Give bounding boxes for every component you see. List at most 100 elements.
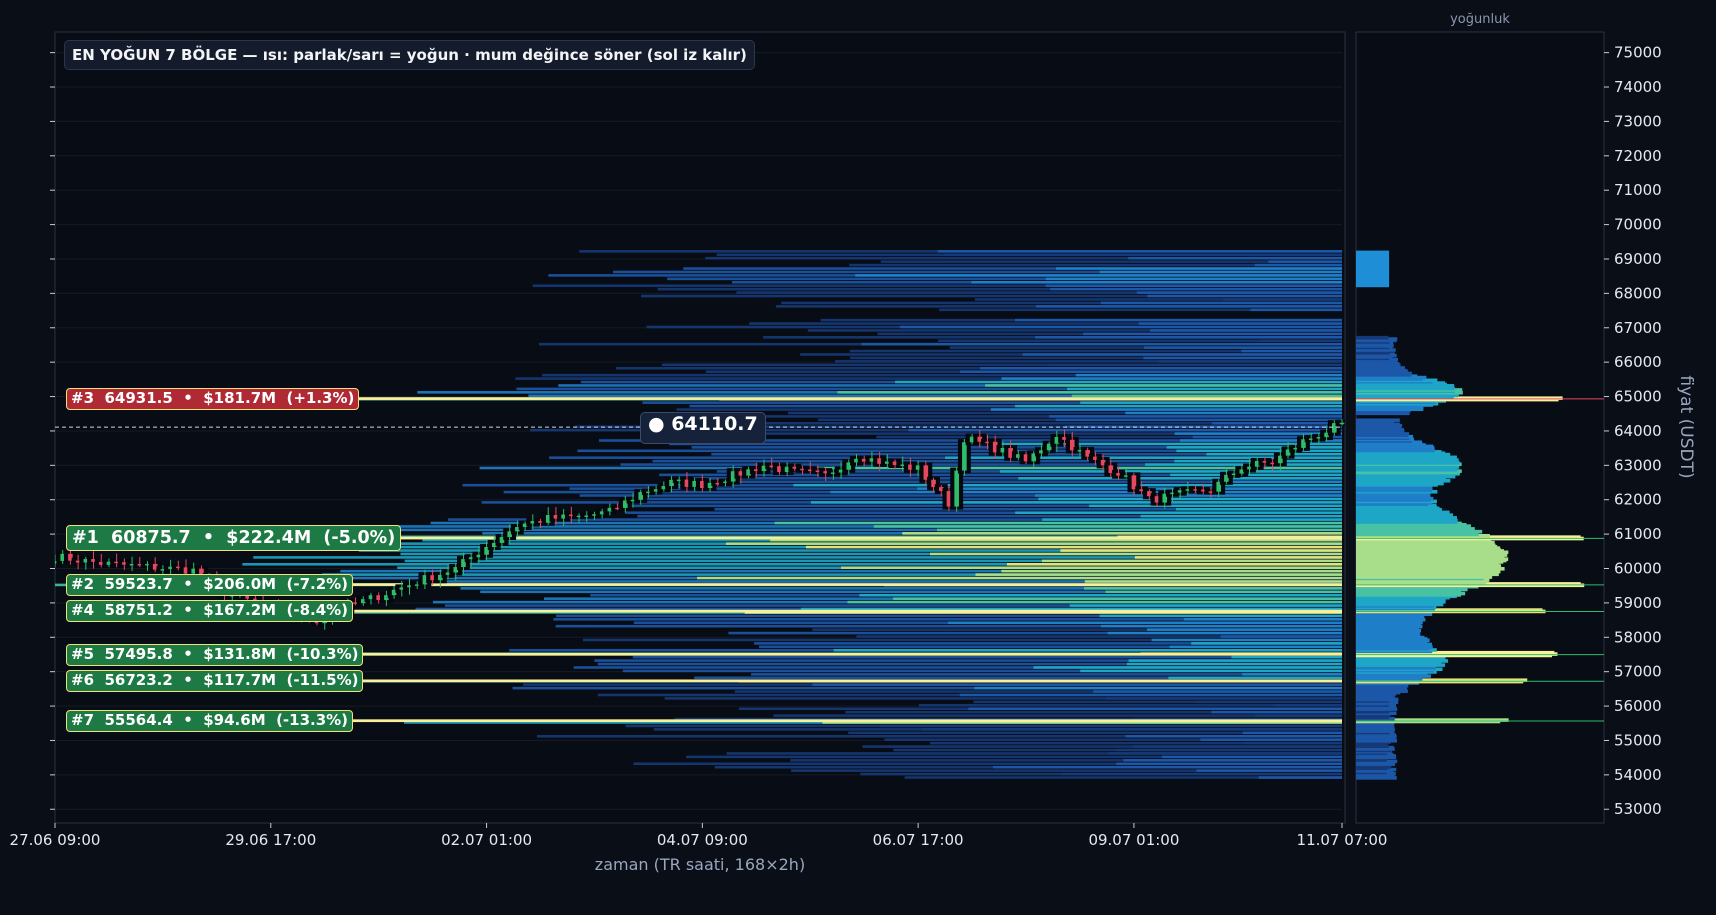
y-tick-label: 54000 [1614,766,1662,784]
heat-band-bright [944,253,1342,257]
y-tick-label: 71000 [1614,181,1662,199]
heat-band-bright [697,576,1342,580]
heat-band-bright [833,648,1342,652]
heat-band-bright [841,566,1342,570]
heat-band-bright [1250,308,1342,312]
heat-band-bright [930,552,1342,556]
heat-band-bright [1049,287,1342,291]
heat-band-bright [985,384,1342,387]
heat-band-bright [1001,377,1342,380]
heat-band-bright [837,391,1342,394]
heat-band-bright [805,545,1342,549]
heat-band-bright [793,483,1342,487]
heat-band-bright [937,250,1342,253]
heat-band-bright [859,593,1342,597]
heat-band-bright [1108,752,1342,755]
profile-bar [1356,418,1400,423]
heat-band-bright [1034,336,1342,339]
heat-band-bright [1144,346,1342,349]
heat-band-bright [1243,741,1342,745]
heat-band-bright [1001,569,1342,573]
y-tick-label: 65000 [1614,388,1662,406]
y-tick-label: 57000 [1614,663,1662,681]
heat-band-bright [812,683,1342,686]
heat-band-bright [1241,349,1342,353]
heat-band-bright [1161,755,1342,759]
x-tick-label: 04.07 09:00 [657,831,748,849]
profile-bar [1356,250,1390,255]
heat-band-bright [1080,401,1342,404]
y-tick-label: 72000 [1614,147,1662,165]
heat-band-bright [948,621,1342,625]
heat-band-bright [1105,590,1342,594]
heat-band-bright [1273,704,1342,707]
heat-band-bright [1196,769,1342,772]
y-tick-label: 58000 [1614,628,1662,646]
x-tick-label: 06.07 17:00 [873,831,964,849]
heat-band-bright [1099,270,1342,274]
heat-band-bright [1170,473,1342,477]
heat-band-bright [1018,477,1342,480]
heat-band-bright [899,325,1342,329]
heat-band-bright [1254,714,1342,717]
heat-band-bright [1146,628,1342,631]
chart-title: EN YOĞUN 7 BÖLGE — ısı: parlak/sarı = yo… [64,40,755,70]
heat-band-bright [1080,669,1342,673]
heat-band-bright [1075,373,1342,377]
y-tick-label: 53000 [1614,800,1662,818]
heat-band-bright [873,525,1342,528]
y-tick-label: 69000 [1614,250,1662,268]
heat-band-bright [895,380,1342,384]
heat-band-bright [893,597,1342,600]
heat-band-bright [908,428,1342,432]
y-tick-label: 64000 [1614,422,1662,440]
heat-band-bright [1084,587,1342,590]
heat-band-bright [1042,518,1342,521]
zone-label: #7 55564.4 • $94.6M (-13.3%) [66,710,354,733]
heat-band-bright [1191,642,1342,645]
profile-title: yoğunluk [1450,12,1510,27]
heat-band-bright [1056,267,1342,270]
heat-band-bright [1100,624,1342,628]
y-axis: 53000 54000 55000 56000 57000 58000 59000 60000… [1604,44,1662,818]
heat-band-bright [1061,772,1342,776]
y-tick-label: 73000 [1614,112,1662,130]
heat-band-bright [1211,710,1342,714]
heat-band-bright [725,542,1342,545]
y-tick-label: 68000 [1614,284,1662,302]
heat-band-bright [1014,404,1342,408]
heat-band-bright [1260,339,1342,343]
heat-band-bright [1133,745,1342,748]
zone-label: #6 56723.2 • $117.7M (-11.5%) [66,670,364,693]
heat-band-bright [1176,449,1342,453]
heat-band-bright [1128,659,1342,662]
heat-band-bright [990,408,1342,411]
heat-band-bright [1183,618,1342,621]
x-axis: 27.06 09:00 29.06 17:00 02.07 01:00 04.07 0… [10,823,1387,849]
heat-band-bright [1134,556,1342,559]
heat-band-bright [980,366,1342,370]
heat-band-bright [1147,294,1342,298]
heat-band-bright [937,528,1342,532]
heat-band-bright [999,470,1342,473]
y-tick-label: 62000 [1614,491,1662,509]
heat-band-bright [1128,256,1342,260]
left-axis-ticks [50,52,55,810]
heat-band-bright [1067,387,1342,391]
heat-band-bright [1060,549,1342,552]
heat-band-bright [1045,284,1342,288]
y-tick-label: 61000 [1614,525,1662,543]
y-tick-label: 55000 [1614,731,1662,749]
y-tick-label: 70000 [1614,216,1662,234]
heat-band-bright [1105,697,1342,700]
heat-band-bright [1212,421,1342,425]
candle-body [962,442,967,471]
heat-band-bright [1168,676,1342,680]
heat-band-bright [1041,559,1342,563]
heat-band-bright [1049,415,1342,418]
heat-band-bright [1038,497,1342,501]
heat-band-bright [1045,277,1342,281]
y-axis-label: fiyat (USDT) [1676,375,1696,478]
profile-bar [1356,335,1389,340]
heat-band-bright [1138,322,1342,325]
